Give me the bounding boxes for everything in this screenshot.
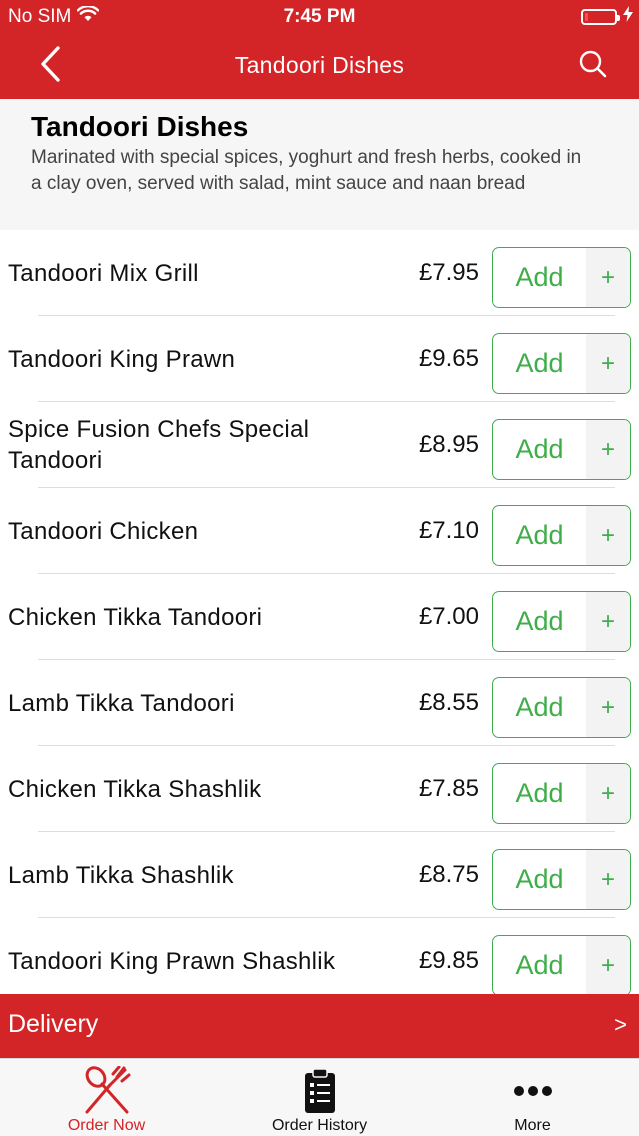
status-bar: No SIM 7:45 PM bbox=[0, 0, 639, 32]
fork-knife-icon bbox=[0, 1065, 213, 1117]
plus-icon: + bbox=[586, 334, 630, 393]
add-label: Add bbox=[515, 778, 564, 808]
menu-item: Tandoori King Prawn Shashlik £9.85 Add + bbox=[0, 918, 639, 994]
add-button[interactable]: Add + bbox=[492, 505, 631, 566]
add-button[interactable]: Add + bbox=[492, 247, 631, 308]
plus-icon: + bbox=[586, 420, 630, 479]
menu-item: Lamb Tikka Tandoori £8.55 Add + bbox=[0, 660, 639, 746]
charging-bolt-icon bbox=[623, 6, 633, 28]
item-price: £9.85 bbox=[418, 947, 479, 974]
item-price: £8.95 bbox=[418, 431, 479, 458]
add-label: Add bbox=[515, 950, 564, 980]
menu-item: Lamb Tikka Shashlik £8.75 Add + bbox=[0, 832, 639, 918]
nav-bar: Tandoori Dishes bbox=[0, 32, 639, 99]
add-label: Add bbox=[515, 434, 564, 464]
item-name: Chicken Tikka Tandoori bbox=[8, 603, 263, 631]
tab-label-order-now: Order Now bbox=[67, 1117, 146, 1134]
delivery-bar[interactable]: Delivery > bbox=[0, 994, 639, 1058]
category-header: Tandoori Dishes Marinated with special s… bbox=[0, 99, 639, 230]
plus-icon: + bbox=[586, 936, 630, 994]
tab-more[interactable]: More bbox=[426, 1059, 639, 1136]
status-right bbox=[581, 6, 633, 28]
plus-icon: + bbox=[586, 248, 630, 307]
add-label: Add bbox=[515, 606, 564, 636]
item-price: £9.65 bbox=[418, 345, 479, 372]
item-price: £7.10 bbox=[418, 517, 479, 544]
item-name: Tandoori King Prawn bbox=[8, 345, 236, 373]
item-name: Lamb Tikka Tandoori bbox=[8, 689, 235, 717]
item-name: Tandoori King Prawn Shashlik bbox=[8, 947, 336, 975]
item-name: Tandoori Chicken bbox=[8, 517, 199, 545]
menu-item: Chicken Tikka Shashlik £7.85 Add + bbox=[0, 746, 639, 832]
search-button[interactable] bbox=[571, 44, 615, 88]
plus-icon: + bbox=[586, 678, 630, 737]
add-button[interactable]: Add + bbox=[492, 849, 631, 910]
menu-list: Tandoori Mix Grill £7.95 Add + Tandoori King… bbox=[0, 230, 639, 994]
add-button[interactable]: Add + bbox=[492, 677, 631, 738]
add-button[interactable]: Add + bbox=[492, 591, 631, 652]
item-price: £7.85 bbox=[418, 775, 479, 802]
status-time: 7:45 PM bbox=[283, 6, 356, 27]
add-button[interactable]: Add + bbox=[492, 763, 631, 824]
item-price: £8.75 bbox=[418, 861, 479, 888]
add-button[interactable]: Add + bbox=[492, 935, 631, 994]
category-title: Tandoori Dishes bbox=[31, 111, 249, 142]
menu-item: Tandoori Mix Grill £7.95 Add + bbox=[0, 230, 639, 316]
battery-icon bbox=[581, 9, 620, 25]
item-price: £8.55 bbox=[418, 689, 479, 716]
tab-order-now[interactable]: Order Now bbox=[0, 1059, 213, 1136]
tab-bar: Order Now Order History More bbox=[0, 1058, 639, 1136]
plus-icon: + bbox=[586, 592, 630, 651]
category-description: Marinated with special spices, yoghurt a… bbox=[31, 147, 582, 194]
search-icon bbox=[578, 49, 608, 84]
more-dots-icon bbox=[426, 1065, 639, 1117]
add-button[interactable]: Add + bbox=[492, 419, 631, 480]
plus-icon: + bbox=[586, 764, 630, 823]
item-name: Tandoori Mix Grill bbox=[8, 259, 199, 287]
tab-label-order-history: Order History bbox=[271, 1117, 368, 1134]
menu-item: Chicken Tikka Tandoori £7.00 Add + bbox=[0, 574, 639, 660]
tab-label-more: More bbox=[514, 1117, 551, 1134]
tab-order-history[interactable]: Order History bbox=[213, 1059, 426, 1136]
add-label: Add bbox=[515, 520, 564, 550]
plus-icon: + bbox=[586, 506, 630, 565]
menu-item: Tandoori King Prawn £9.65 Add + bbox=[0, 316, 639, 402]
add-label: Add bbox=[515, 348, 564, 378]
add-label: Add bbox=[515, 262, 564, 292]
menu-item: Spice Fusion Chefs Special Tandoori £8.95… bbox=[0, 402, 639, 488]
menu-item: Tandoori Chicken £7.10 Add + bbox=[0, 488, 639, 574]
add-label: Add bbox=[515, 692, 564, 722]
item-name: Lamb Tikka Shashlik bbox=[8, 861, 234, 889]
item-name: Chicken Tikka Shashlik bbox=[8, 775, 262, 803]
plus-icon: + bbox=[586, 850, 630, 909]
add-button[interactable]: Add + bbox=[492, 333, 631, 394]
item-price: £7.95 bbox=[418, 259, 479, 286]
add-label: Add bbox=[515, 864, 564, 894]
item-name: Spice Fusion Chefs Special Tandoori bbox=[8, 416, 310, 474]
chevron-right-icon: > bbox=[614, 1012, 627, 1037]
delivery-label: Delivery bbox=[8, 1010, 99, 1038]
nav-title: Tandoori Dishes bbox=[234, 52, 405, 78]
app-header: No SIM 7:45 PM Tandoori Dishes bbox=[0, 0, 639, 99]
item-price: £7.00 bbox=[418, 603, 479, 630]
clipboard-icon bbox=[213, 1065, 426, 1117]
